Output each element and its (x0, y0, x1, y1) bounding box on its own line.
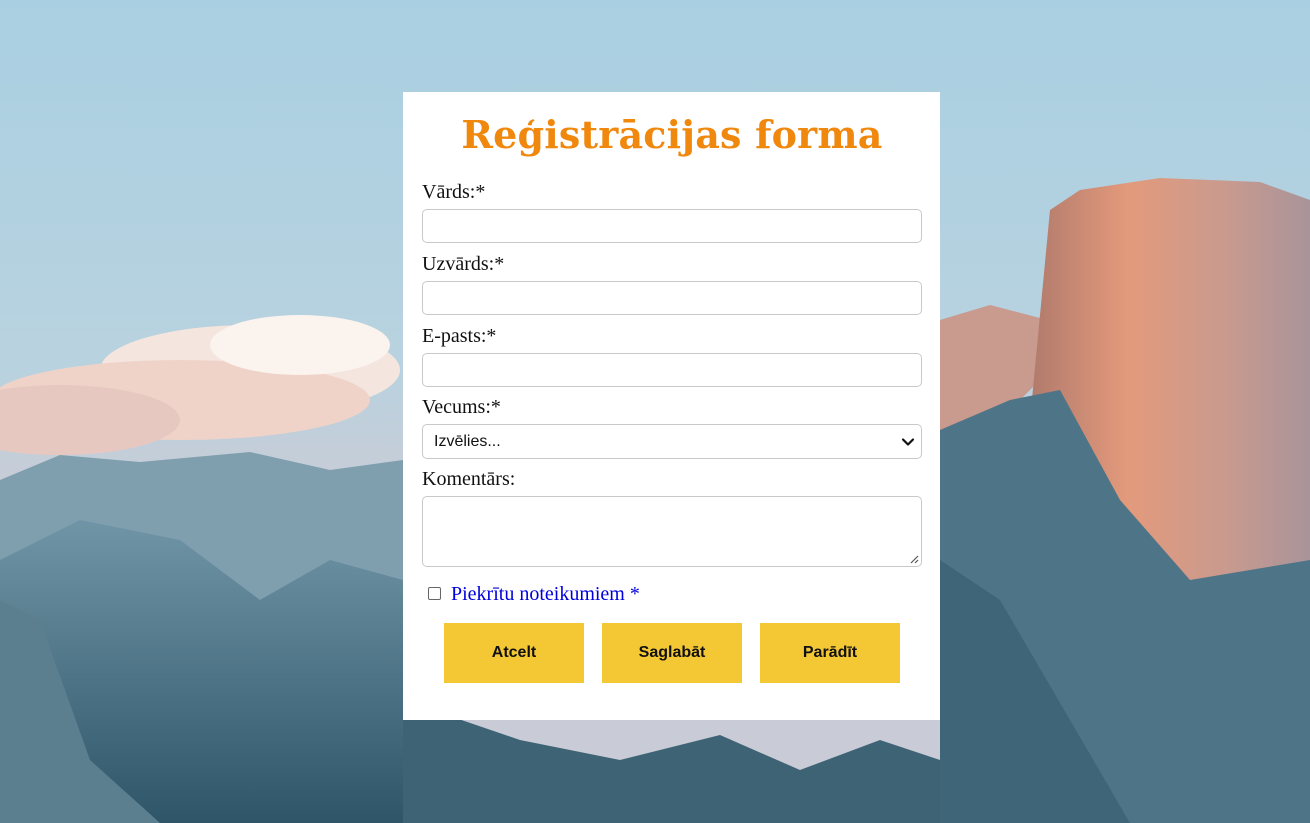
chevron-down-icon (901, 438, 915, 446)
age-select[interactable]: Izvēlies... (422, 424, 922, 459)
age-select-value: Izvēlies... (434, 433, 501, 450)
cancel-button[interactable]: Atcelt (444, 623, 584, 683)
resize-grip-icon[interactable] (910, 555, 919, 564)
agree-row: Piekrītu noteikumiem * (422, 582, 922, 606)
last-name-input[interactable] (422, 281, 922, 315)
show-button[interactable]: Parādīt (760, 623, 900, 683)
button-row: Atcelt Saglabāt Parādīt (422, 623, 922, 683)
agree-label[interactable]: Piekrītu noteikumiem * (451, 583, 640, 606)
first-name-input[interactable] (422, 209, 922, 243)
email-label: E-pasts:* (422, 325, 497, 347)
comment-textarea[interactable] (422, 496, 922, 567)
comment-label: Komentārs: (422, 468, 516, 490)
first-name-label: Vārds:* (422, 181, 486, 203)
form-title: Reģistrācijas forma (461, 112, 883, 157)
registration-form: Reģistrācijas forma Vārds:* Uzvārds:* E-… (403, 92, 940, 720)
email-input[interactable] (422, 353, 922, 387)
age-label: Vecums:* (422, 396, 501, 418)
last-name-label: Uzvārds:* (422, 253, 505, 275)
save-button[interactable]: Saglabāt (602, 623, 742, 683)
agree-checkbox[interactable] (428, 586, 441, 600)
